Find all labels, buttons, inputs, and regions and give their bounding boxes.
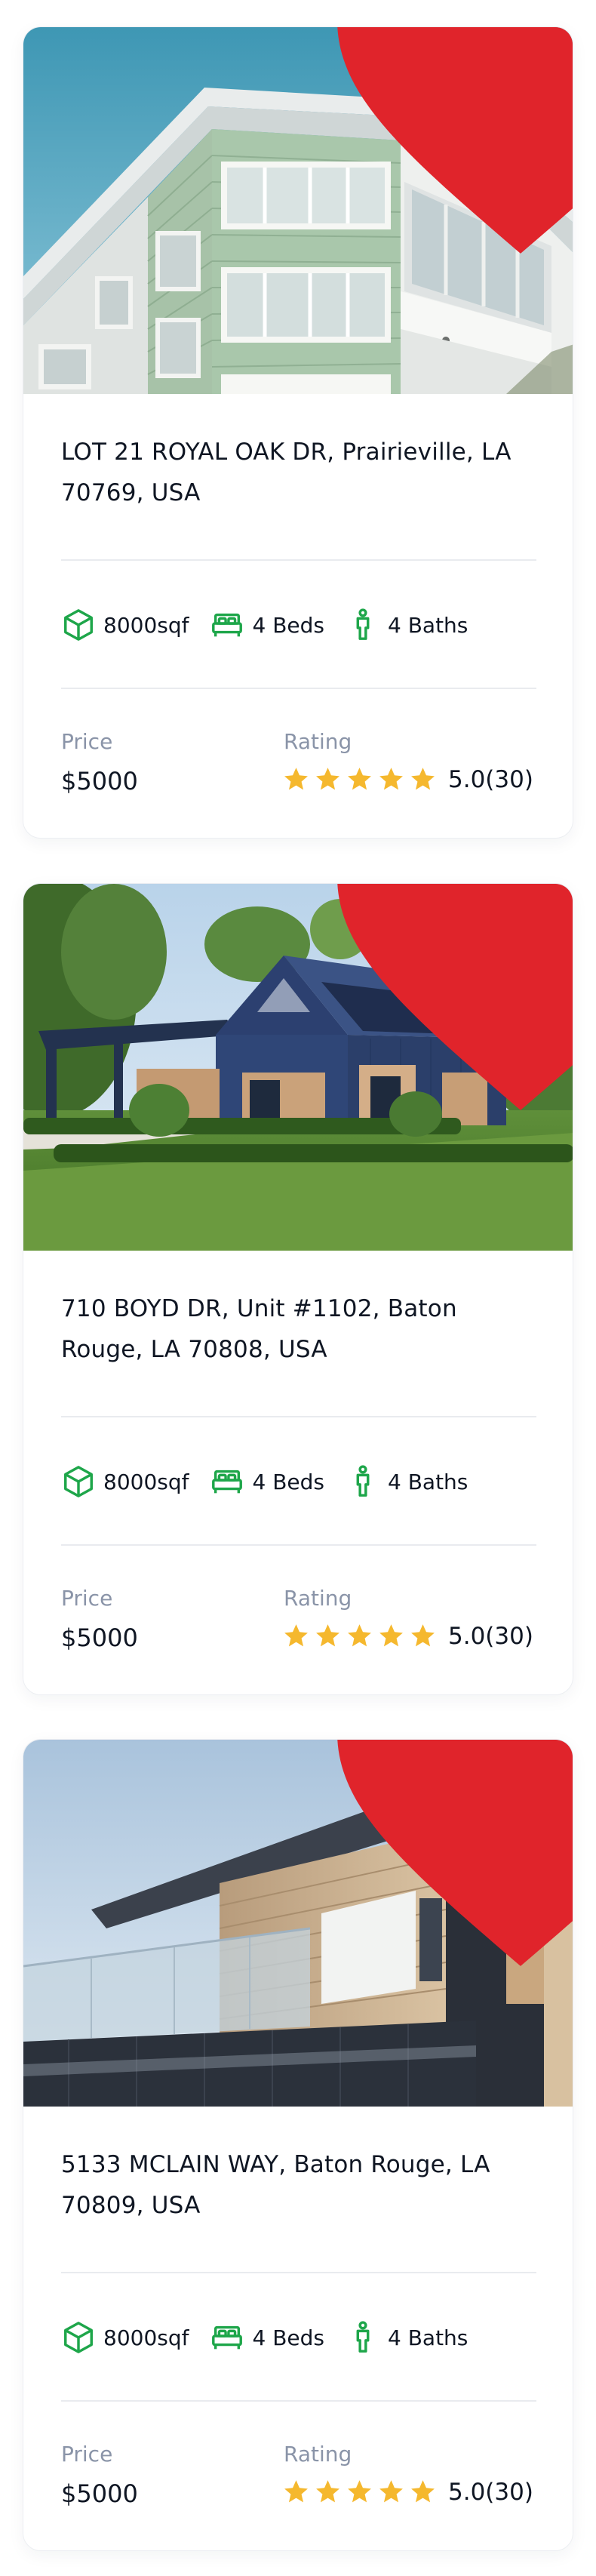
beds-feature: 4 Beds bbox=[210, 608, 324, 642]
property-list: LOT 21 ROYAL OAK DR, Prairieville, LA 70… bbox=[0, 0, 596, 2576]
person-icon bbox=[346, 608, 380, 642]
area-value: 8000sqf bbox=[103, 2325, 189, 2350]
price-value: $5000 bbox=[61, 2479, 138, 2508]
baths-value: 4 Baths bbox=[388, 612, 469, 638]
baths-value: 4 Baths bbox=[388, 2325, 469, 2350]
bed-icon bbox=[210, 608, 244, 642]
price-value: $5000 bbox=[61, 1623, 138, 1652]
price-label: Price bbox=[61, 2442, 113, 2467]
star-icon bbox=[409, 765, 437, 793]
rating: 5.0(30) bbox=[282, 765, 533, 793]
star-icon bbox=[409, 1622, 437, 1650]
property-address[interactable]: LOT 21 ROYAL OAK DR, Prairieville, LA 70… bbox=[61, 432, 536, 513]
beds-feature: 4 Beds bbox=[210, 2320, 324, 2355]
baths-feature: 4 Baths bbox=[346, 2320, 468, 2355]
rating-stars bbox=[282, 2478, 441, 2506]
heart-icon bbox=[245, 27, 573, 270]
star-icon bbox=[314, 765, 342, 793]
divider bbox=[61, 2272, 536, 2273]
property-features: 8000sqf 4 Beds 4 Baths bbox=[61, 1459, 489, 1504]
rating: 5.0(30) bbox=[282, 1622, 533, 1650]
heart-icon bbox=[245, 1740, 573, 1983]
rating-value: 5.0(30) bbox=[448, 1622, 533, 1650]
price-label: Price bbox=[61, 729, 113, 754]
rating-label: Rating bbox=[284, 2442, 352, 2467]
baths-feature: 4 Baths bbox=[346, 1464, 468, 1499]
beds-value: 4 Beds bbox=[252, 2325, 324, 2350]
price-value: $5000 bbox=[61, 767, 138, 796]
property-card[interactable]: 710 BOYD DR, Unit #1102, Baton Rouge, LA… bbox=[23, 883, 573, 1695]
property-photo[interactable] bbox=[23, 884, 573, 1251]
property-card[interactable]: LOT 21 ROYAL OAK DR, Prairieville, LA 70… bbox=[23, 26, 573, 839]
rating-label: Rating bbox=[284, 729, 352, 754]
star-icon bbox=[314, 1622, 342, 1650]
star-icon bbox=[314, 2478, 342, 2506]
rating-stars bbox=[282, 765, 441, 793]
property-features: 8000sqf 4 Beds 4 Baths bbox=[61, 2315, 489, 2360]
cube-icon bbox=[61, 608, 96, 642]
area-feature: 8000sqf bbox=[61, 1464, 189, 1499]
star-icon bbox=[377, 1622, 405, 1650]
star-icon bbox=[377, 765, 405, 793]
star-icon bbox=[282, 2478, 310, 2506]
star-icon bbox=[346, 1622, 373, 1650]
star-icon bbox=[282, 765, 310, 793]
divider bbox=[61, 2400, 536, 2402]
rating-stars bbox=[282, 1622, 441, 1650]
favorite-button[interactable] bbox=[337, 884, 573, 1110]
cube-icon bbox=[61, 1464, 96, 1499]
beds-feature: 4 Beds bbox=[210, 1464, 324, 1499]
heart-icon bbox=[245, 884, 573, 1127]
beds-value: 4 Beds bbox=[252, 612, 324, 638]
area-value: 8000sqf bbox=[103, 1469, 189, 1494]
star-icon bbox=[346, 765, 373, 793]
area-value: 8000sqf bbox=[103, 612, 189, 638]
divider bbox=[61, 688, 536, 689]
property-card[interactable]: 5133 MCLAIN WAY, Baton Rouge, LA 70809, … bbox=[23, 1739, 573, 2551]
star-icon bbox=[346, 2478, 373, 2506]
property-photo[interactable] bbox=[23, 1740, 573, 2107]
rating-value: 5.0(30) bbox=[448, 2478, 533, 2506]
beds-value: 4 Beds bbox=[252, 1469, 324, 1494]
property-features: 8000sqf 4 Beds 4 Baths bbox=[61, 602, 489, 648]
cube-icon bbox=[61, 2320, 96, 2355]
rating-value: 5.0(30) bbox=[448, 765, 533, 793]
star-icon bbox=[409, 2478, 437, 2506]
rating-label: Rating bbox=[284, 1586, 352, 1611]
area-feature: 8000sqf bbox=[61, 2320, 189, 2355]
property-photo[interactable] bbox=[23, 27, 573, 394]
favorite-button[interactable] bbox=[337, 1740, 573, 1966]
baths-feature: 4 Baths bbox=[346, 608, 468, 642]
divider bbox=[61, 559, 536, 561]
star-icon bbox=[282, 1622, 310, 1650]
property-address[interactable]: 5133 MCLAIN WAY, Baton Rouge, LA 70809, … bbox=[61, 2144, 536, 2226]
bed-icon bbox=[210, 2320, 244, 2355]
person-icon bbox=[346, 2320, 380, 2355]
price-label: Price bbox=[61, 1586, 113, 1611]
divider bbox=[61, 1544, 536, 1546]
rating: 5.0(30) bbox=[282, 2478, 533, 2506]
baths-value: 4 Baths bbox=[388, 1469, 469, 1494]
property-address[interactable]: 710 BOYD DR, Unit #1102, Baton Rouge, LA… bbox=[61, 1288, 536, 1370]
bed-icon bbox=[210, 1464, 244, 1499]
area-feature: 8000sqf bbox=[61, 608, 189, 642]
favorite-button[interactable] bbox=[337, 27, 573, 254]
star-icon bbox=[377, 2478, 405, 2506]
person-icon bbox=[346, 1464, 380, 1499]
divider bbox=[61, 1416, 536, 1417]
